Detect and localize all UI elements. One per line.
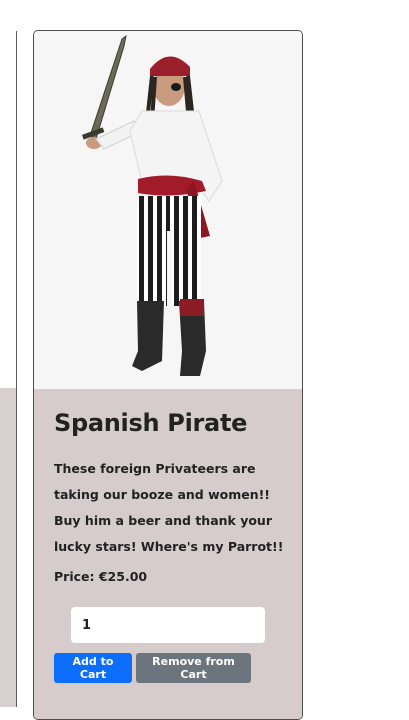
- product-card-body: Spanish Pirate These foreign Privateers …: [34, 389, 302, 719]
- add-to-cart-button[interactable]: Add to Cart: [54, 653, 132, 683]
- product-card: Spanish Pirate These foreign Privateers …: [33, 30, 303, 720]
- product-price: Price: €25.00: [54, 569, 148, 584]
- previous-product-card: [0, 31, 17, 707]
- pirate-costume-image: [81, 34, 223, 376]
- previous-card-body: [0, 388, 16, 707]
- product-title: Spanish Pirate: [54, 409, 248, 437]
- remove-from-cart-button[interactable]: Remove from Cart: [136, 653, 251, 683]
- quantity-input[interactable]: [71, 607, 265, 643]
- product-description: These foreign Privateers are taking our …: [54, 461, 284, 554]
- product-image: [34, 31, 302, 389]
